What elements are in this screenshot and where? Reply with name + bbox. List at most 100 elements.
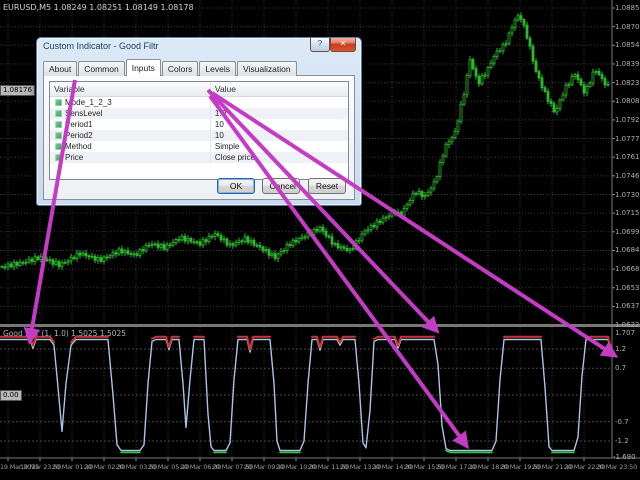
input-row-method[interactable]: MethodSimple: [50, 141, 348, 152]
candle-body: [253, 241, 255, 246]
candle-body: [157, 244, 159, 248]
candle-body: [124, 251, 126, 253]
current-price-box: 1.08176: [0, 85, 35, 96]
inputs-table[interactable]: Variable Value Mode_1_2_31SensLevel1.0Pe…: [49, 81, 349, 180]
candle-body: [466, 76, 468, 95]
price-tick-label: 1.07460: [615, 172, 640, 180]
candle-body: [283, 250, 285, 251]
input-row-senslevel[interactable]: SensLevel1.0: [50, 108, 348, 119]
candle-body: [316, 229, 318, 231]
input-row-period1[interactable]: Period110: [50, 119, 348, 130]
candle-body: [112, 253, 114, 256]
candle-body: [358, 240, 360, 241]
candle-body: [106, 257, 108, 258]
candle-body: [463, 95, 465, 105]
candle-body: [325, 231, 327, 236]
candle-body: [289, 245, 291, 246]
custom-indicator-dialog[interactable]: Custom Indicator - Good Filtr ? ✕ AboutC…: [36, 37, 362, 206]
input-row-mode_1_2_3[interactable]: Mode_1_2_31: [50, 97, 348, 108]
value-cell[interactable]: Close price: [211, 152, 348, 163]
candle-body: [562, 95, 564, 100]
candle-body: [508, 33, 510, 44]
candle-body: [307, 233, 309, 238]
candle-body: [589, 83, 591, 87]
tab-about[interactable]: About: [43, 61, 77, 76]
sub-scale-min-label: -1.690: [613, 453, 636, 461]
tab-visualization[interactable]: Visualization: [237, 61, 297, 76]
variable-cell: Method: [50, 141, 211, 152]
candle-body: [409, 200, 411, 204]
value-cell[interactable]: 10: [211, 130, 348, 141]
value-cell[interactable]: 1.0: [211, 108, 348, 119]
candle-body: [433, 182, 435, 188]
candle-body: [295, 240, 297, 242]
close-icon[interactable]: ✕: [330, 38, 356, 52]
cancel-button[interactable]: Cancel: [262, 178, 300, 194]
candle-body: [250, 241, 252, 243]
candle-body: [430, 188, 432, 192]
price-tick-label: 1.07150: [615, 209, 640, 217]
candle-body: [604, 79, 606, 86]
candle-body: [475, 69, 477, 77]
price-tick-label: 1.08855: [615, 4, 640, 12]
candle-body: [418, 192, 420, 194]
ok-button[interactable]: OK: [217, 178, 255, 194]
tab-common[interactable]: Common: [78, 61, 124, 76]
dialog-titlebar[interactable]: Custom Indicator - Good Filtr ? ✕: [37, 38, 361, 55]
candle-body: [310, 233, 312, 235]
candle-body: [382, 218, 384, 222]
time-tick-label: 20 Mar 23:50: [596, 464, 637, 471]
candle-body: [550, 101, 552, 103]
candle-body: [247, 237, 249, 243]
candle-body: [100, 258, 102, 262]
candle-body: [301, 237, 303, 238]
tab-colors[interactable]: Colors: [162, 61, 199, 76]
candle-body: [385, 217, 387, 218]
input-type-icon: [55, 110, 62, 117]
candle-body: [601, 75, 603, 79]
tab-levels[interactable]: Levels: [199, 61, 236, 76]
pane-separator: [0, 324, 640, 327]
candle-body: [280, 251, 282, 254]
candle-body: [268, 250, 270, 256]
value-cell[interactable]: Simple: [211, 141, 348, 152]
input-row-period2[interactable]: Period210: [50, 130, 348, 141]
candle-body: [403, 209, 405, 217]
candle-body: [340, 247, 342, 248]
candle-body: [406, 205, 408, 209]
candle-body: [493, 57, 495, 64]
candle-body: [547, 92, 549, 102]
variable-cell: Mode_1_2_3: [50, 97, 211, 108]
input-row-price[interactable]: PriceClose price: [50, 152, 348, 163]
candle-body: [13, 262, 15, 267]
candle-body: [151, 244, 153, 245]
candle-body: [328, 236, 330, 237]
candle-body: [169, 245, 171, 246]
table-header: Variable Value: [50, 82, 348, 97]
candle-body: [172, 242, 174, 245]
reset-button[interactable]: Reset: [308, 178, 346, 194]
candle-body: [523, 20, 525, 26]
candle-body: [379, 221, 381, 223]
price-tick-label: 1.07305: [615, 191, 640, 199]
candle-body: [454, 131, 456, 137]
candle-body: [529, 38, 531, 46]
candle-body: [502, 44, 504, 51]
value-cell[interactable]: 10: [211, 119, 348, 130]
candle-body: [319, 227, 321, 231]
candle-body: [499, 51, 501, 52]
candle-body: [439, 163, 441, 177]
price-tick-label: 1.06840: [615, 246, 640, 254]
candle-body: [568, 85, 570, 86]
candle-body: [484, 75, 486, 76]
upper-bound-line: [238, 337, 270, 350]
candle-body: [583, 85, 585, 93]
help-button[interactable]: ?: [310, 38, 330, 52]
candle-body: [199, 242, 201, 245]
candle-body: [298, 238, 300, 241]
price-tick-label: 1.08545: [615, 41, 640, 49]
candle-body: [130, 254, 132, 255]
value-cell[interactable]: 1: [211, 97, 348, 108]
tab-inputs[interactable]: Inputs: [126, 59, 161, 76]
candle-body: [163, 245, 165, 250]
